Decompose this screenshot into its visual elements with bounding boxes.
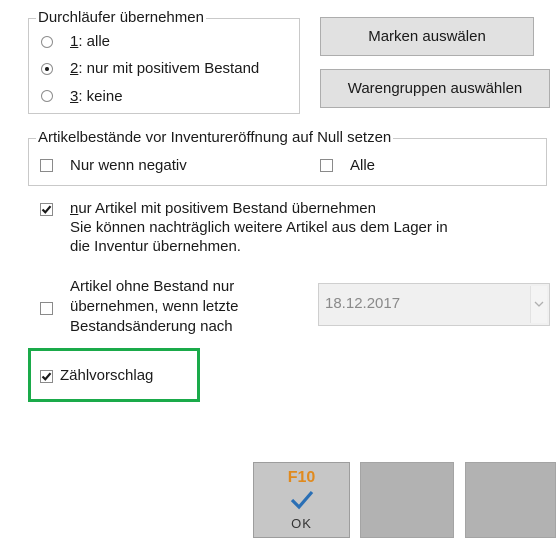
durchlaeufer-legend: Durchläufer übernehmen [36,9,206,27]
checkmark-icon [41,372,52,381]
positiv-bestand-line2: Sie können nachträglich weitere Artikel … [70,219,448,236]
ohne-bestand-checkbox[interactable] [40,302,53,315]
nur-negativ-label[interactable]: Nur wenn negativ [70,157,187,175]
null-setzen-legend: Artikelbestände vor Inventureröffnung au… [36,129,394,147]
positiv-bestand-line3: die Inventur übernehmen. [70,238,241,255]
zaehlvorschlag-label[interactable]: Zählvorschlag [60,367,153,385]
checkmark-icon [41,205,52,214]
radio-nur-positiv-label[interactable]: 2: nur mit positivem Bestand [70,60,259,78]
nur-negativ-checkbox[interactable] [40,159,53,172]
radio-nur-positiv[interactable] [41,63,53,75]
ohne-bestand-line1[interactable]: Artikel ohne Bestand nur [70,278,234,296]
checkmark-ok-icon [290,490,314,510]
marken-auswaehlen-button[interactable]: Marken auswälen [320,17,534,56]
function-button-2[interactable] [360,462,454,538]
positiv-bestand-checkbox[interactable] [40,203,53,216]
alle-checkbox[interactable] [320,159,333,172]
function-button-3[interactable] [465,462,556,538]
date-combobox[interactable]: 18.12.2017 [318,283,550,326]
alle-label[interactable]: Alle [350,157,375,175]
zaehlvorschlag-checkbox[interactable] [40,370,53,383]
radio-alle-label[interactable]: 1: alle [70,33,110,51]
positiv-bestand-line1[interactable]: nur Artikel mit positivem Bestand überne… [70,200,376,218]
ohne-bestand-line3[interactable]: Bestandsänderung nach [70,318,233,336]
ok-label: OK [291,516,312,531]
ok-f10-button[interactable]: F10 OK [253,462,350,538]
warengruppen-auswaehlen-button[interactable]: Warengruppen auswählen [320,69,550,108]
f10-key-label: F10 [287,469,316,486]
date-value: 18.12.2017 [325,295,401,312]
radio-keine[interactable] [41,90,53,102]
radio-alle[interactable] [41,36,53,48]
radio-keine-label[interactable]: 3: keine [70,88,123,106]
chevron-down-icon [534,301,544,307]
date-dropdown-button[interactable] [530,286,547,323]
ohne-bestand-line2[interactable]: übernehmen, wenn letzte [70,298,238,316]
